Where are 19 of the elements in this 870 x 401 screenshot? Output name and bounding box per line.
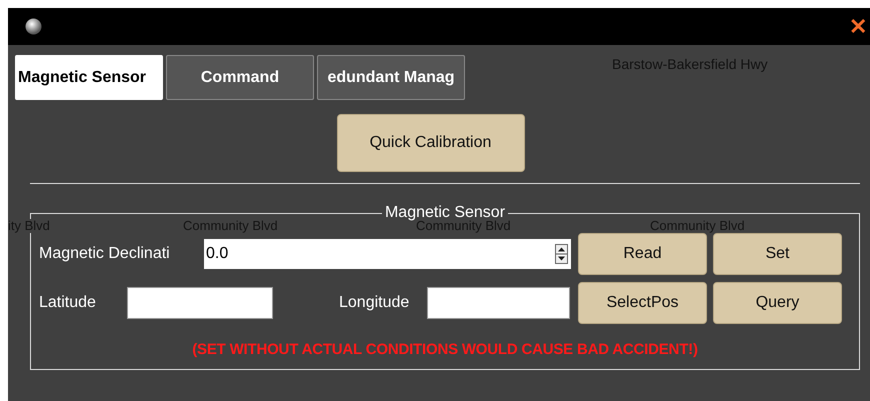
group-title: Magnetic Sensor <box>384 204 506 221</box>
tab[interactable]: Command <box>166 55 314 100</box>
quick-calibration-button[interactable]: Quick Calibration <box>336 114 524 172</box>
set-button[interactable]: Set <box>713 233 842 275</box>
sphere-icon <box>25 18 42 35</box>
warning-text: (SET WITHOUT ACTUAL CONDITIONS WOULD CAUSE BAD ACCIDENT!) <box>191 341 699 358</box>
spinner-arrows-icon[interactable] <box>555 239 571 269</box>
tab[interactable]: edundant Manag <box>317 55 465 100</box>
query-button[interactable]: Query <box>713 282 842 324</box>
read-button[interactable]: Read <box>578 233 707 275</box>
longitude-field[interactable] <box>427 287 570 319</box>
select-position-button[interactable]: SelectPos <box>578 282 707 324</box>
declination-field[interactable]: 0.0 <box>204 239 555 269</box>
latitude-field[interactable] <box>127 287 273 319</box>
tab[interactable]: Magnetic Sensor <box>15 55 163 100</box>
latitude-label: Latitude <box>39 294 97 312</box>
close-button[interactable]: ✕ <box>849 16 867 38</box>
declination-label: Magnetic Declinati <box>39 245 171 263</box>
longitude-label: Longitude <box>339 294 410 312</box>
